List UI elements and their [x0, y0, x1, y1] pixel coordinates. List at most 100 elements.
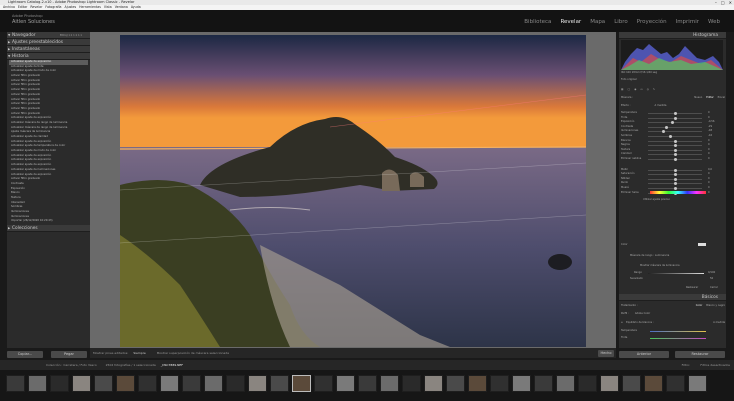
filmstrip-thumb[interactable]	[204, 375, 223, 392]
previous-button[interactable]: Anterior	[619, 351, 669, 358]
profile-value[interactable]: Adobe Color	[635, 312, 650, 316]
show-pins-select[interactable]: Siempre	[133, 351, 145, 355]
navigator-header[interactable]: ▼ Navegador ENCAJ 1:1 1:1 1:1	[7, 32, 90, 39]
slider-knob[interactable]	[673, 177, 677, 181]
hue-bar[interactable]	[650, 191, 706, 194]
slider-knob[interactable]	[673, 116, 677, 120]
slider-track[interactable]	[648, 116, 702, 120]
slider-track[interactable]	[648, 168, 702, 172]
filmstrip-thumb[interactable]	[556, 375, 575, 392]
restore-button[interactable]: Restaurar	[675, 351, 725, 358]
filmstrip-thumb[interactable]	[292, 375, 311, 392]
slider-value[interactable]: -0,56	[708, 120, 714, 124]
filmstrip-thumb[interactable]	[160, 375, 179, 392]
temp-slider[interactable]	[650, 331, 706, 332]
filmstrip-thumb[interactable]	[28, 375, 47, 392]
slider-value[interactable]: 0,0	[708, 168, 712, 172]
redeye-icon[interactable]: ◉	[634, 88, 636, 92]
module-libro[interactable]: Libro	[614, 19, 628, 25]
slider-value[interactable]: 0	[708, 139, 710, 143]
slider-value[interactable]: 0	[708, 181, 710, 185]
reset-link[interactable]: Restaurar	[686, 286, 698, 290]
hue-check[interactable]: Utilizar ajuste preciso	[643, 198, 670, 202]
slider-track[interactable]	[648, 130, 702, 134]
collections-header[interactable]: ▶ Colecciones	[7, 225, 90, 233]
slider-track[interactable]	[648, 144, 702, 148]
module-web[interactable]: Web	[708, 19, 720, 25]
filmstrip-thumb[interactable]	[534, 375, 553, 392]
filmstrip-thumb[interactable]	[138, 375, 157, 392]
slider-value[interactable]: -16	[708, 134, 712, 138]
filmstrip-thumb[interactable]	[490, 375, 509, 392]
slider-track[interactable]	[648, 187, 702, 190]
slider-track[interactable]	[648, 173, 702, 177]
filmstrip-thumb[interactable]	[270, 375, 289, 392]
slider-value[interactable]: 0	[708, 152, 710, 156]
radial-filter-icon[interactable]: ◎	[647, 88, 649, 92]
filmstrip-source[interactable]: Colección : Carretera / Foto Vasco	[46, 363, 97, 367]
slider-knob[interactable]	[673, 112, 677, 115]
module-revelar[interactable]: Revelar	[560, 19, 581, 25]
filmstrip-thumb[interactable]	[50, 375, 69, 392]
filmstrip-thumb[interactable]	[226, 375, 245, 392]
copy-button[interactable]: Copiar...	[7, 351, 43, 358]
filmstrip-thumb[interactable]	[358, 375, 377, 392]
slider-knob[interactable]	[673, 144, 677, 148]
graduated-filter-icon[interactable]: ▭	[640, 88, 642, 92]
eyedropper-icon[interactable]: ✒	[621, 321, 623, 325]
history-header[interactable]: ▼ Historia	[7, 53, 90, 60]
filmstrip-thumb[interactable]	[644, 375, 663, 392]
range-show-mask[interactable]: Mostrar máscara de luminancia	[640, 264, 680, 268]
slider-knob[interactable]	[673, 139, 677, 143]
done-button[interactable]: Hecho	[598, 349, 614, 357]
slider-knob[interactable]	[673, 168, 677, 172]
filmstrip-thumb[interactable]	[380, 375, 399, 392]
slider-value[interactable]: 0	[708, 157, 710, 161]
slider-track[interactable]	[648, 182, 702, 186]
slider-value[interactable]: -48	[708, 129, 712, 133]
zoom-options[interactable]: ENCAJ 1:1 1:1 1:1	[60, 32, 82, 39]
filmstrip-thumb[interactable]	[446, 375, 465, 392]
slider-value[interactable]: 0	[708, 116, 710, 120]
presets-header[interactable]: ▶ Ajustes preestablecidos	[7, 39, 90, 46]
slider-knob[interactable]	[673, 148, 677, 152]
tint-slider[interactable]	[650, 338, 706, 339]
wb-value[interactable]: A medida	[713, 321, 725, 325]
slider-track[interactable]	[648, 153, 702, 157]
slider-track[interactable]	[648, 139, 702, 143]
filmstrip-thumb[interactable]	[94, 375, 113, 392]
history-item[interactable]: Importar (26/12/2020 10:20:43)	[9, 219, 88, 224]
filmstrip-thumb[interactable]	[314, 375, 333, 392]
filmstrip-thumb[interactable]	[72, 375, 91, 392]
slider-knob[interactable]	[673, 158, 677, 161]
slider-track[interactable]	[648, 112, 702, 115]
filmstrip-thumb[interactable]	[116, 375, 135, 392]
slider-value[interactable]: 0	[708, 143, 710, 147]
module-imprimir[interactable]: Imprimir	[676, 19, 699, 25]
filmstrip-thumb[interactable]	[512, 375, 531, 392]
color-swatch[interactable]	[698, 243, 706, 246]
slider-track[interactable]	[648, 177, 702, 181]
filmstrip-thumb[interactable]	[468, 375, 487, 392]
filmstrip-thumb[interactable]	[402, 375, 421, 392]
mask-tab-edit[interactable]: Editar	[706, 96, 713, 100]
module-mapa[interactable]: Mapa	[590, 19, 605, 25]
brush-icon[interactable]: ✎	[653, 88, 655, 92]
slider-track[interactable]	[648, 158, 702, 161]
treatment-bw[interactable]: Blanco y negro	[706, 304, 725, 308]
filmstrip-thumb[interactable]	[622, 375, 641, 392]
snapshots-header[interactable]: ▶ Instantáneas	[7, 46, 90, 53]
module-proyección[interactable]: Proyección	[637, 19, 667, 25]
filter-value[interactable]: Filtros desactivados	[700, 360, 730, 370]
photo[interactable]	[120, 35, 586, 347]
histogram-header[interactable]: Histograma	[619, 32, 726, 39]
show-mask-overlay[interactable]: Mostrar superposición de máscara selecci…	[157, 351, 229, 355]
mask-tab-new[interactable]: Nuevo	[694, 96, 702, 100]
filmstrip-thumb[interactable]	[6, 375, 25, 392]
filmstrip-thumb[interactable]	[424, 375, 443, 392]
filmstrip-thumb[interactable]	[600, 375, 619, 392]
filmstrip-thumb[interactable]	[248, 375, 267, 392]
slider-track[interactable]	[648, 148, 702, 152]
slider-knob[interactable]	[673, 187, 677, 190]
slider-value[interactable]: 0	[708, 111, 710, 115]
